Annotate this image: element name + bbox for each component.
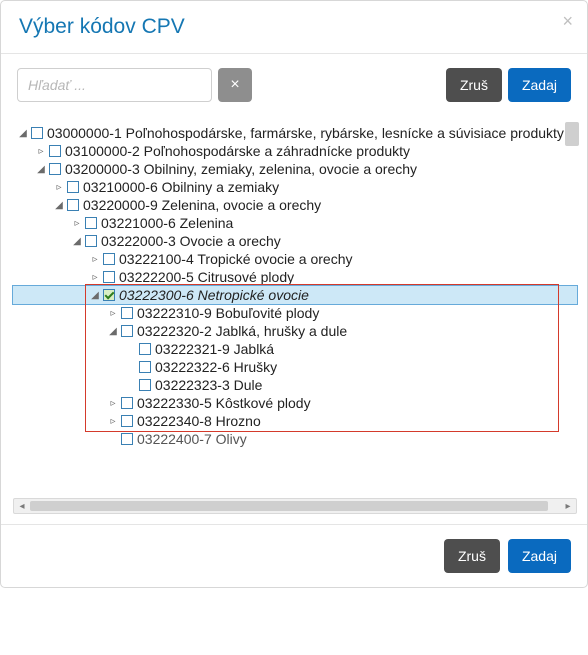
tree-checkbox[interactable] [85,235,97,247]
tree-label: 03222100-4 Tropické ovocie a orechy [117,251,352,267]
expand-closed-icon[interactable]: ▹ [71,218,83,229]
tree-wrapper: ◢ 03000000-1 Poľnohospodárske, farmárske,… [1,120,587,514]
expand-open-icon[interactable]: ◢ [107,326,119,337]
tree-row[interactable]: ▹ 03222340-8 Hrozno [13,412,577,430]
tree-checkbox[interactable] [49,145,61,157]
tree-label: 03222340-8 Hrozno [135,413,261,429]
tree-row[interactable]: ◢ 03222000-3 Ovocie a orechy [13,232,577,250]
expand-open-icon[interactable]: ◢ [35,164,47,175]
tree-label: 03222321-9 Jablká [153,341,274,357]
expand-closed-icon[interactable]: ▹ [35,146,47,157]
tree-checkbox[interactable] [121,307,133,319]
tree-label: 03210000-6 Obilniny a zemiaky [81,179,279,195]
tree-row[interactable]: ▹03222321-9 Jablká [13,340,577,358]
tree-row[interactable]: ▹ 03210000-6 Obilniny a zemiaky [13,178,577,196]
tree-checkbox[interactable] [67,199,79,211]
tree-checkbox[interactable] [121,433,133,445]
cpv-tree: ◢ 03000000-1 Poľnohospodárske, farmárske,… [11,120,579,454]
tree-row[interactable]: ▹ 03222330-5 Kôstkové plody [13,394,577,412]
modal-header: Výber kódov CPV × [1,1,587,47]
tree-checkbox[interactable] [31,127,43,139]
tree-label: 03222330-5 Kôstkové plody [135,395,311,411]
tree-checkbox[interactable] [85,217,97,229]
tree-row[interactable]: ◢ 03000000-1 Poľnohospodárske, farmárske,… [13,124,577,142]
modal-title: Výber kódov CPV [19,15,185,38]
tree-checkbox[interactable] [121,415,133,427]
submit-button-bottom[interactable]: Zadaj [508,539,571,573]
tree-label: 03222320-2 Jablká, hrušky a dule [135,323,347,339]
cancel-button-top[interactable]: Zruš [446,68,502,102]
tree-label: 03222000-3 Ovocie a orechy [99,233,281,249]
expand-closed-icon[interactable]: ▹ [89,254,101,265]
tree-checkbox[interactable] [139,343,151,355]
tree-label: 03221000-6 Zelenina [99,215,233,231]
tree-row[interactable]: ◢ 03222300-6 Netropické ovocie [13,286,577,304]
tree-label: 03222322-6 Hrušky [153,359,277,375]
tree-label: 03220000-9 Zelenina, ovocie a orechy [81,197,321,213]
tree-checkbox[interactable] [121,397,133,409]
tree-row[interactable]: ▹ 03222200-5 Citrusové plody [13,268,577,286]
h-scrollbar[interactable]: ◂ ▸ [13,498,577,514]
tree-label: 03222300-6 Netropické ovocie [117,287,309,303]
tree-checkbox[interactable] [103,289,115,301]
tree-row[interactable]: ▹ 03222310-9 Bobuľovité plody [13,304,577,322]
v-scrollbar-thumb[interactable] [565,122,579,146]
tree-row[interactable]: ◢ 03222320-2 Jablká, hrušky a dule [13,322,577,340]
tree-row[interactable]: ▹03222400-7 Olivy [13,430,577,448]
tree-checkbox[interactable] [103,271,115,283]
tree-scroll[interactable]: ◢ 03000000-1 Poľnohospodárske, farmárske,… [11,120,579,496]
tree-checkbox[interactable] [139,361,151,373]
expand-open-icon[interactable]: ◢ [17,128,29,139]
cpv-modal: Výber kódov CPV × × Zruš Zadaj ◢ 03000000… [0,0,588,588]
submit-button-top[interactable]: Zadaj [508,68,571,102]
scroll-right-icon[interactable]: ▸ [561,501,575,512]
tree-label: 03200000-3 Obilniny, zemiaky, zelenina, … [63,161,417,177]
tree-row[interactable]: ▹03222323-3 Dule [13,376,577,394]
tree-row[interactable]: ▹ 03100000-2 Poľnohospodárske a záhradníc… [13,142,577,160]
h-scrollbar-thumb[interactable] [30,501,548,511]
expand-closed-icon[interactable]: ▹ [107,308,119,319]
tree-label: 03222400-7 Olivy [135,431,247,447]
tree-row[interactable]: ◢ 03200000-3 Obilniny, zemiaky, zelenina,… [13,160,577,178]
clear-search-button[interactable]: × [218,68,252,102]
tree-row[interactable]: ◢ 03220000-9 Zelenina, ovocie a orechy [13,196,577,214]
expand-closed-icon[interactable]: ▹ [107,416,119,427]
modal-footer: Zruš Zadaj [1,524,587,587]
toolbar: × Zruš Zadaj [1,54,587,116]
tree-label: 03100000-2 Poľnohospodárske a záhradníck… [63,143,410,159]
expand-open-icon[interactable]: ◢ [53,200,65,211]
search-input[interactable] [17,68,212,102]
tree-checkbox[interactable] [103,253,115,265]
tree-checkbox[interactable] [139,379,151,391]
expand-closed-icon[interactable]: ▹ [53,182,65,193]
tree-checkbox[interactable] [121,325,133,337]
tree-row[interactable]: ▹ 03221000-6 Zelenina [13,214,577,232]
tree-label: 03222323-3 Dule [153,377,262,393]
tree-row[interactable]: ▹ 03222100-4 Tropické ovocie a orechy [13,250,577,268]
tree-label: 03000000-1 Poľnohospodárske, farmárske, … [45,125,564,141]
scroll-left-icon[interactable]: ◂ [15,501,29,512]
tree-label: 03222200-5 Citrusové plody [117,269,294,285]
expand-open-icon[interactable]: ◢ [71,236,83,247]
tree-checkbox[interactable] [49,163,61,175]
expand-closed-icon[interactable]: ▹ [107,398,119,409]
tree-row[interactable]: ▹03222322-6 Hrušky [13,358,577,376]
tree-label: 03222310-9 Bobuľovité plody [135,305,319,321]
close-icon[interactable]: × [562,11,573,32]
cancel-button-bottom[interactable]: Zruš [444,539,500,573]
search-wrap [17,68,212,102]
tree-checkbox[interactable] [67,181,79,193]
expand-closed-icon[interactable]: ▹ [89,272,101,283]
expand-open-icon[interactable]: ◢ [89,290,101,301]
